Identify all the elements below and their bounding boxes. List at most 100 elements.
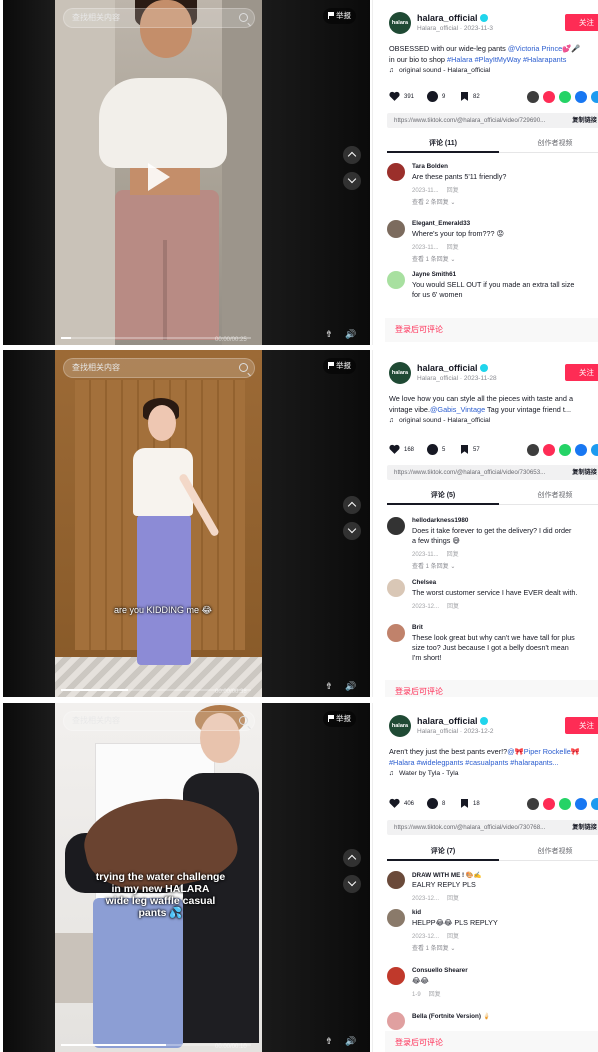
description-link[interactable]: @Victoria Prince bbox=[508, 44, 562, 53]
volume-icon[interactable]: 🔊 bbox=[343, 1034, 359, 1048]
video-player[interactable]: are you KIDDING me 😂 查找相关内容 举报 00:00/00:38 ⇮… bbox=[3, 350, 370, 697]
report-button[interactable]: 举报 bbox=[323, 8, 356, 24]
facebook-icon[interactable] bbox=[575, 91, 587, 103]
commenter-avatar[interactable] bbox=[387, 163, 405, 181]
follow-button[interactable]: 关注 bbox=[565, 14, 598, 31]
share-url-field[interactable]: https://www.tiktok.com/@halara_official/… bbox=[387, 820, 598, 835]
commenter-avatar[interactable] bbox=[387, 220, 405, 238]
volume-icon[interactable]: 🔊 bbox=[343, 679, 359, 693]
whatsapp-icon[interactable] bbox=[559, 91, 571, 103]
previous-video-button[interactable] bbox=[343, 849, 361, 867]
username-text[interactable]: halara_official bbox=[417, 363, 478, 373]
description-link[interactable]: @🎀Piper Rockelle🎀 bbox=[507, 747, 580, 756]
video-frame[interactable] bbox=[55, 350, 262, 697]
search-icon[interactable] bbox=[239, 716, 248, 725]
reply-button[interactable]: 回复 bbox=[447, 245, 459, 251]
pinterest-icon[interactable] bbox=[543, 798, 555, 810]
comment-button[interactable]: 8 bbox=[427, 797, 445, 811]
username-text[interactable]: halara_official bbox=[417, 13, 478, 23]
twitter-icon[interactable] bbox=[591, 91, 598, 103]
search-input[interactable]: 查找相关内容 bbox=[63, 8, 255, 28]
commenter-name[interactable]: Elegant_Emerald33 bbox=[412, 220, 470, 227]
search-icon[interactable] bbox=[239, 13, 248, 22]
reply-button[interactable]: 回复 bbox=[447, 188, 459, 194]
next-video-button[interactable] bbox=[343, 172, 361, 190]
follow-button[interactable]: 关注 bbox=[565, 364, 598, 381]
like-button[interactable]: 406 bbox=[389, 797, 414, 811]
previous-video-button[interactable] bbox=[343, 146, 361, 164]
embed-icon[interactable] bbox=[527, 798, 539, 810]
commenter-name[interactable]: Bella (Fortnite Version) 🍦 bbox=[412, 1012, 491, 1020]
whatsapp-icon[interactable] bbox=[559, 798, 571, 810]
tab-creator-videos[interactable]: 创作者视频 bbox=[499, 845, 598, 861]
description-link[interactable]: @Gabis_Vintage bbox=[430, 405, 485, 414]
commenter-name[interactable]: Chelsea bbox=[412, 579, 436, 586]
comment-button[interactable]: 9 bbox=[427, 90, 445, 104]
pinterest-icon[interactable] bbox=[543, 91, 555, 103]
like-button[interactable]: 168 bbox=[389, 443, 414, 457]
commenter-name[interactable]: hellodarkness1980 bbox=[412, 517, 468, 524]
avatar[interactable]: halara bbox=[389, 12, 411, 34]
search-icon[interactable] bbox=[239, 363, 248, 372]
whatsapp-icon[interactable] bbox=[559, 444, 571, 456]
tab-comments[interactable]: 评论 (5) bbox=[387, 489, 499, 505]
commenter-avatar[interactable] bbox=[387, 967, 405, 985]
view-replies-button[interactable]: 查看 1 条回复 ⌄ bbox=[412, 943, 455, 952]
music-label[interactable]: ♫ original sound - Halara_official bbox=[389, 67, 490, 74]
copy-link-button[interactable]: 复制链接 bbox=[568, 465, 597, 480]
tab-comments[interactable]: 评论 (11) bbox=[387, 137, 499, 153]
facebook-icon[interactable] bbox=[575, 444, 587, 456]
username[interactable]: halara_official bbox=[417, 13, 488, 23]
view-replies-button[interactable]: 查看 1 条回复 ⌄ bbox=[412, 254, 455, 263]
save-button[interactable]: 57 bbox=[461, 443, 480, 457]
search-input[interactable]: 查找相关内容 bbox=[63, 711, 255, 731]
report-button[interactable]: 举报 bbox=[323, 358, 356, 374]
avatar[interactable]: halara bbox=[389, 715, 411, 737]
reply-button[interactable]: 回复 bbox=[447, 934, 459, 940]
username[interactable]: halara_official bbox=[417, 363, 488, 373]
facebook-icon[interactable] bbox=[575, 798, 587, 810]
commenter-name[interactable]: Tara Bolden bbox=[412, 163, 448, 170]
reply-button[interactable]: 回复 bbox=[429, 992, 441, 998]
description-link[interactable]: #Halara #PlayItMyWay #Halarapants bbox=[447, 55, 566, 64]
next-video-button[interactable] bbox=[343, 522, 361, 540]
embed-icon[interactable] bbox=[527, 91, 539, 103]
autoscroll-icon[interactable]: ⇮ bbox=[321, 327, 337, 341]
save-button[interactable]: 82 bbox=[461, 90, 480, 104]
tab-creator-videos[interactable]: 创作者视频 bbox=[499, 137, 598, 153]
commenter-name[interactable]: Brit bbox=[412, 624, 423, 631]
share-url-field[interactable]: https://www.tiktok.com/@halara_official/… bbox=[387, 113, 598, 128]
username-text[interactable]: halara_official bbox=[417, 716, 478, 726]
login-to-comment-button[interactable]: 登录后可评论 bbox=[385, 680, 598, 697]
twitter-icon[interactable] bbox=[591, 798, 598, 810]
commenter-avatar[interactable] bbox=[387, 271, 405, 289]
commenter-avatar[interactable] bbox=[387, 871, 405, 889]
commenter-avatar[interactable] bbox=[387, 624, 405, 642]
autoscroll-icon[interactable]: ⇮ bbox=[321, 679, 337, 693]
twitter-icon[interactable] bbox=[591, 444, 598, 456]
commenter-avatar[interactable] bbox=[387, 909, 405, 927]
login-to-comment-button[interactable]: 登录后可评论 bbox=[385, 318, 598, 342]
commenter-name[interactable]: Consuello Shearer bbox=[412, 967, 468, 974]
video-player[interactable]: 查找相关内容 举报 00:00/00:25 ⇮ 🔊 bbox=[3, 0, 370, 345]
username[interactable]: halara_official bbox=[417, 716, 488, 726]
reply-button[interactable]: 回复 bbox=[447, 552, 459, 558]
next-video-button[interactable] bbox=[343, 875, 361, 893]
autoscroll-icon[interactable]: ⇮ bbox=[321, 1034, 337, 1048]
commenter-name[interactable]: Jayne Smith61 bbox=[412, 271, 456, 278]
commenter-avatar[interactable] bbox=[387, 579, 405, 597]
reply-button[interactable]: 回复 bbox=[447, 604, 459, 610]
music-label[interactable]: ♫ Water by Tyla - Tyla bbox=[389, 770, 459, 777]
commenter-avatar[interactable] bbox=[387, 1012, 405, 1030]
share-url-field[interactable]: https://www.tiktok.com/@halara_official/… bbox=[387, 465, 598, 480]
copy-link-button[interactable]: 复制链接 bbox=[568, 113, 597, 128]
commenter-name[interactable]: DRAW WITH ME ! 🎨✍️ bbox=[412, 871, 482, 879]
volume-icon[interactable]: 🔊 bbox=[343, 327, 359, 341]
save-button[interactable]: 18 bbox=[461, 797, 480, 811]
report-button[interactable]: 举报 bbox=[323, 711, 356, 727]
music-label[interactable]: ♫ original sound - Halara_official bbox=[389, 417, 490, 424]
play-icon[interactable] bbox=[148, 163, 170, 191]
reply-button[interactable]: 回复 bbox=[447, 896, 459, 902]
copy-link-button[interactable]: 复制链接 bbox=[568, 820, 597, 835]
like-button[interactable]: 391 bbox=[389, 90, 414, 104]
